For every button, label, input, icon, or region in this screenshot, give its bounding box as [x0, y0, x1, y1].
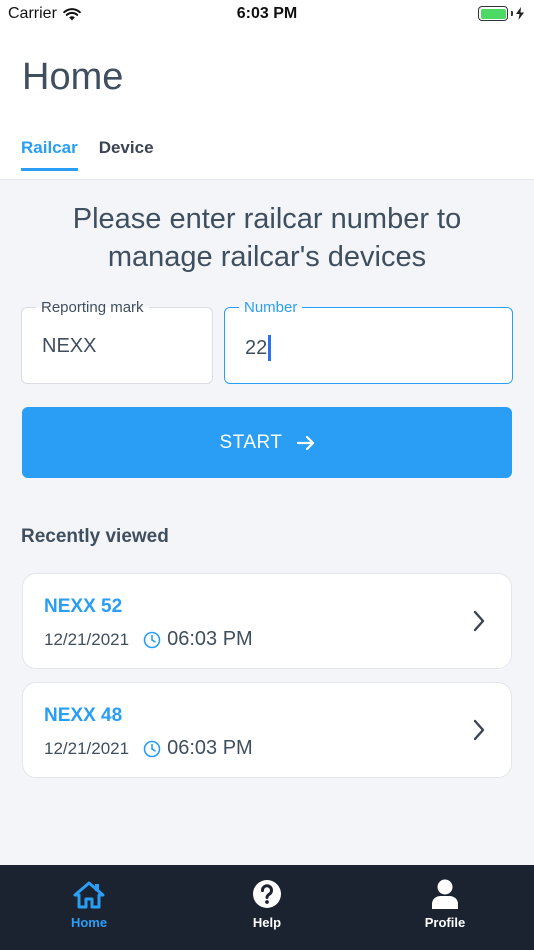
recent-item-name: NEXX 48: [44, 705, 123, 726]
nav-profile-label: Profile: [424, 915, 466, 930]
instruction-line-2: manage railcar's devices: [107, 241, 427, 273]
recent-item-date: 12/21/2021: [44, 629, 130, 649]
arrow-right-icon: [296, 435, 314, 450]
recent-item-time: 06:03 PM: [167, 737, 253, 759]
recent-item-name: NEXX 52: [44, 596, 123, 617]
number-field[interactable]: Number 22: [224, 299, 513, 384]
help-icon: [253, 880, 281, 908]
battery-indicator: [478, 6, 524, 21]
instruction-text: Please enter railcar number to manage ra…: [0, 200, 534, 276]
text-caret: [268, 335, 272, 361]
battery-icon: [478, 6, 508, 21]
nav-help-label: Help: [252, 915, 282, 930]
clock-icon: [143, 740, 161, 758]
recent-item-time: 06:03 PM: [167, 628, 253, 650]
recent-item[interactable]: NEXX 52 12/21/2021 06:03 PM: [22, 573, 512, 669]
nav-profile[interactable]: Profile: [385, 865, 505, 950]
reporting-mark-label: Reporting mark: [36, 299, 149, 316]
start-button-label: START: [219, 431, 283, 453]
reporting-mark-field[interactable]: Reporting mark NEXX: [21, 299, 213, 384]
page-title: Home: [22, 56, 124, 98]
home-icon: [73, 881, 105, 909]
profile-icon: [432, 879, 458, 909]
instruction-line-1: Please enter railcar number to: [72, 203, 462, 235]
recent-item-date: 12/21/2021: [44, 738, 130, 758]
status-bar: Carrier 6:03 PM: [0, 0, 534, 30]
number-value: 22: [245, 336, 268, 359]
bottom-nav: Home Help Profile: [0, 865, 534, 950]
reporting-mark-value: NEXX: [42, 335, 97, 357]
recent-item[interactable]: NEXX 48 12/21/2021 06:03 PM: [22, 682, 512, 778]
status-time: 6:03 PM: [236, 5, 298, 22]
nav-home-label: Home: [70, 915, 108, 930]
chevron-right-icon: [473, 610, 485, 632]
number-label: Number: [239, 299, 303, 316]
charging-icon: [516, 7, 524, 20]
clock-icon: [143, 631, 161, 649]
tab-bar: Railcar Device: [21, 138, 154, 171]
nav-help[interactable]: Help: [207, 865, 327, 950]
recently-viewed-title: Recently viewed: [21, 526, 169, 547]
tab-device[interactable]: Device: [99, 138, 154, 171]
home-screen: Carrier 6:03 PM Home Railcar Device Plea…: [0, 0, 534, 950]
tab-railcar[interactable]: Railcar: [21, 138, 78, 171]
start-button[interactable]: START: [22, 407, 512, 478]
header: Home Railcar Device: [0, 30, 534, 180]
chevron-right-icon: [473, 719, 485, 741]
nav-home[interactable]: Home: [29, 865, 149, 950]
